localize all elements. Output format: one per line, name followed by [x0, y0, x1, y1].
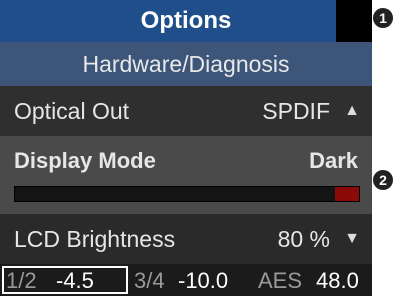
callout-badge-2: 2: [373, 170, 393, 190]
title-bar-end: [336, 0, 372, 42]
page-title: Options: [140, 7, 232, 34]
menu-item-display-mode[interactable]: Display Mode Dark: [0, 136, 372, 214]
status-rate-value: 48.0: [316, 268, 359, 293]
menu-item-optical-out[interactable]: Optical Out SPDIF ▲: [0, 86, 372, 136]
arrow-down-icon[interactable]: ▼: [344, 230, 360, 248]
title-bar: Options: [0, 0, 372, 42]
lcd-brightness-label: LCD Brightness: [14, 226, 176, 252]
display-mode-slider[interactable]: [14, 186, 360, 202]
callout-2-text: 2: [379, 172, 387, 188]
lcd-brightness-value: 80 %: [277, 226, 330, 252]
device-screen: Options Hardware/Diagnosis Optical Out S…: [0, 0, 372, 296]
callout-1-text: 1: [379, 10, 387, 26]
callout-badge-1: 1: [373, 8, 393, 28]
optical-out-value: SPDIF: [262, 98, 330, 124]
status-source-label: AES: [258, 268, 303, 293]
arrow-up-icon[interactable]: ▲: [344, 102, 360, 120]
display-mode-label: Display Mode: [14, 148, 156, 173]
display-mode-value: Dark: [309, 148, 358, 173]
submenu-header[interactable]: Hardware/Diagnosis: [0, 42, 372, 86]
status-ch34-value: -10.0: [178, 268, 229, 293]
submenu-title: Hardware/Diagnosis: [82, 50, 290, 77]
optical-out-label: Optical Out: [14, 98, 130, 124]
status-ch34-label: 3/4: [134, 268, 165, 293]
display-mode-slider-fill: [334, 187, 359, 201]
menu-item-lcd-brightness[interactable]: LCD Brightness 80 % ▼: [0, 214, 372, 264]
status-selected-box: [2, 266, 128, 294]
